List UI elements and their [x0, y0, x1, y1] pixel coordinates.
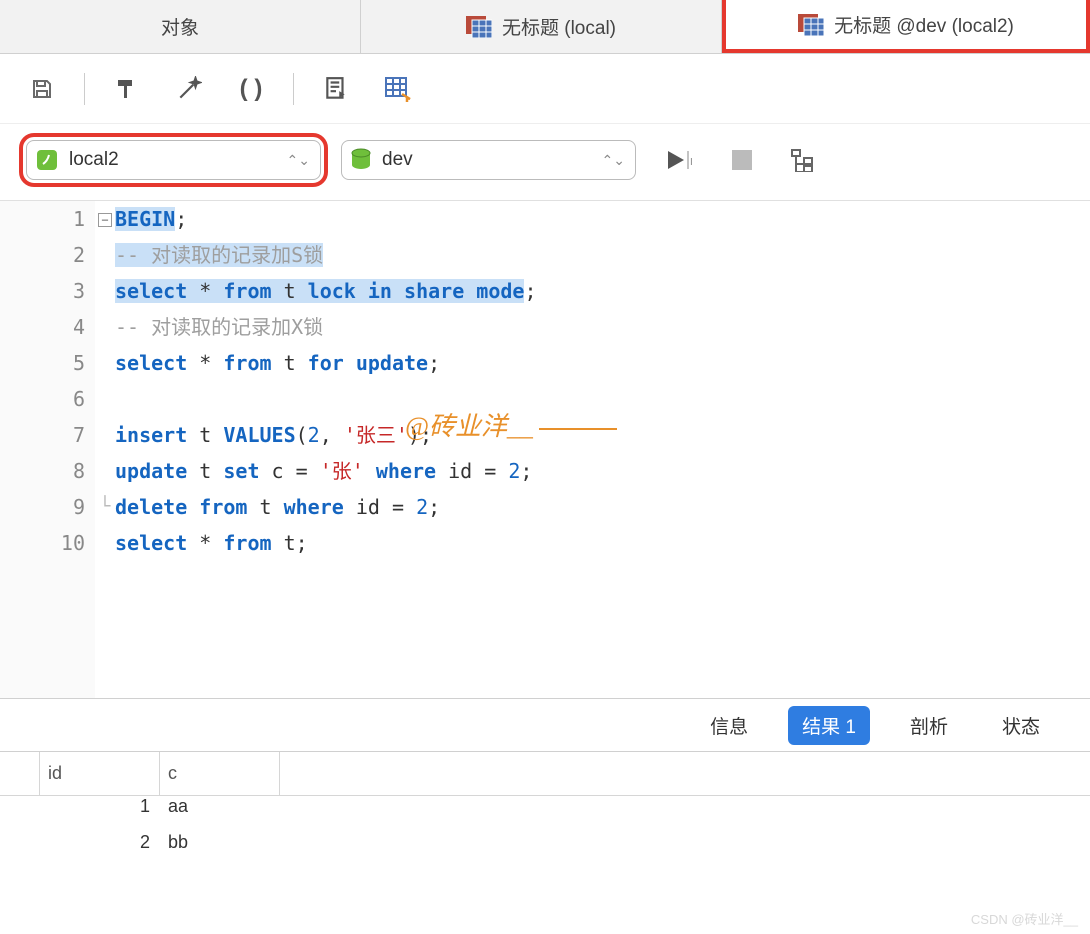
toolbar: ( )	[0, 54, 1090, 124]
code-line[interactable]: update t set c = '张' where id = 2;	[115, 453, 1090, 489]
connection-icon	[35, 148, 59, 172]
code-line[interactable]: -- 对读取的记录加X锁	[115, 309, 1090, 345]
code-line[interactable]: delete from t where id = 2;	[115, 489, 1090, 525]
connection-selector[interactable]: local2 ⌃⌄	[26, 140, 321, 180]
result-tab[interactable]: 信息	[696, 706, 762, 745]
editor-tabs: 对象 无标题 (local) 无标题 @dev (local2)	[0, 0, 1090, 54]
database-selector[interactable]: dev ⌃⌄	[341, 140, 636, 180]
code-line[interactable]: select * from t for update;	[115, 345, 1090, 381]
connection-label: local2	[69, 149, 119, 171]
table-row[interactable]: 2bb	[0, 832, 1090, 868]
csdn-watermark: CSDN @砖业洋__	[971, 909, 1078, 928]
document-run-icon[interactable]	[322, 75, 350, 103]
code-line[interactable]: BEGIN;	[115, 201, 1090, 237]
wand-icon[interactable]	[175, 75, 203, 103]
code-line[interactable]: -- 对读取的记录加S锁	[115, 237, 1090, 273]
stop-icon[interactable]	[732, 150, 752, 170]
col-id[interactable]: id	[40, 752, 160, 795]
code-line[interactable]: select * from t lock in share mode;	[115, 273, 1090, 309]
result-tab[interactable]: 剖析	[896, 706, 962, 745]
hammer-icon[interactable]	[113, 75, 141, 103]
table-row[interactable]: 1aa	[0, 796, 1090, 832]
result-body: 1aa2bb	[0, 796, 1090, 868]
tab-label: 无标题 (local)	[502, 13, 616, 40]
chevron-updown-icon: ⌃⌄	[602, 152, 625, 169]
save-icon[interactable]	[28, 75, 56, 103]
export-table-icon[interactable]	[384, 75, 412, 103]
database-label: dev	[382, 149, 413, 171]
tab-untitled-dev-local2[interactable]: 无标题 @dev (local2)	[722, 0, 1090, 53]
col-c[interactable]: c	[160, 752, 280, 795]
code-line[interactable]: select * from t;	[115, 525, 1090, 561]
result-tab[interactable]: 结果 1	[788, 706, 870, 745]
run-icon[interactable]: I	[666, 149, 694, 171]
fold-column: − └	[95, 201, 115, 698]
table-icon	[798, 14, 824, 36]
code-line[interactable]	[115, 381, 1090, 417]
sql-editor: 12345678910 − └ @砖业洋__ BEGIN;-- 对读取的记录加S…	[0, 200, 1090, 698]
database-icon	[350, 148, 372, 172]
gutter: 12345678910	[0, 201, 95, 698]
selector-row: local2 ⌃⌄ dev ⌃⌄ I	[0, 124, 1090, 200]
result-header: id c	[0, 752, 1090, 796]
tab-untitled-local[interactable]: 无标题 (local)	[361, 0, 722, 53]
result-grid: id c 1aa2bb	[0, 752, 1090, 868]
result-tab[interactable]: 状态	[988, 706, 1054, 745]
table-icon	[466, 16, 492, 38]
tab-label: 无标题 @dev (local2)	[834, 11, 1014, 38]
chevron-updown-icon: ⌃⌄	[287, 152, 310, 169]
code-line[interactable]: insert t VALUES(2, '张三');	[115, 417, 1090, 453]
corner-cell	[0, 752, 40, 795]
parentheses-icon[interactable]: ( )	[237, 75, 265, 103]
explain-icon[interactable]	[790, 148, 818, 172]
tab-label: 对象	[161, 13, 199, 40]
svg-text:I: I	[690, 157, 693, 168]
code-area[interactable]: @砖业洋__ BEGIN;-- 对读取的记录加S锁select * from t…	[115, 201, 1090, 698]
result-tabs: 信息结果 1 剖析状态	[0, 698, 1090, 752]
tab-objects[interactable]: 对象	[0, 0, 361, 53]
